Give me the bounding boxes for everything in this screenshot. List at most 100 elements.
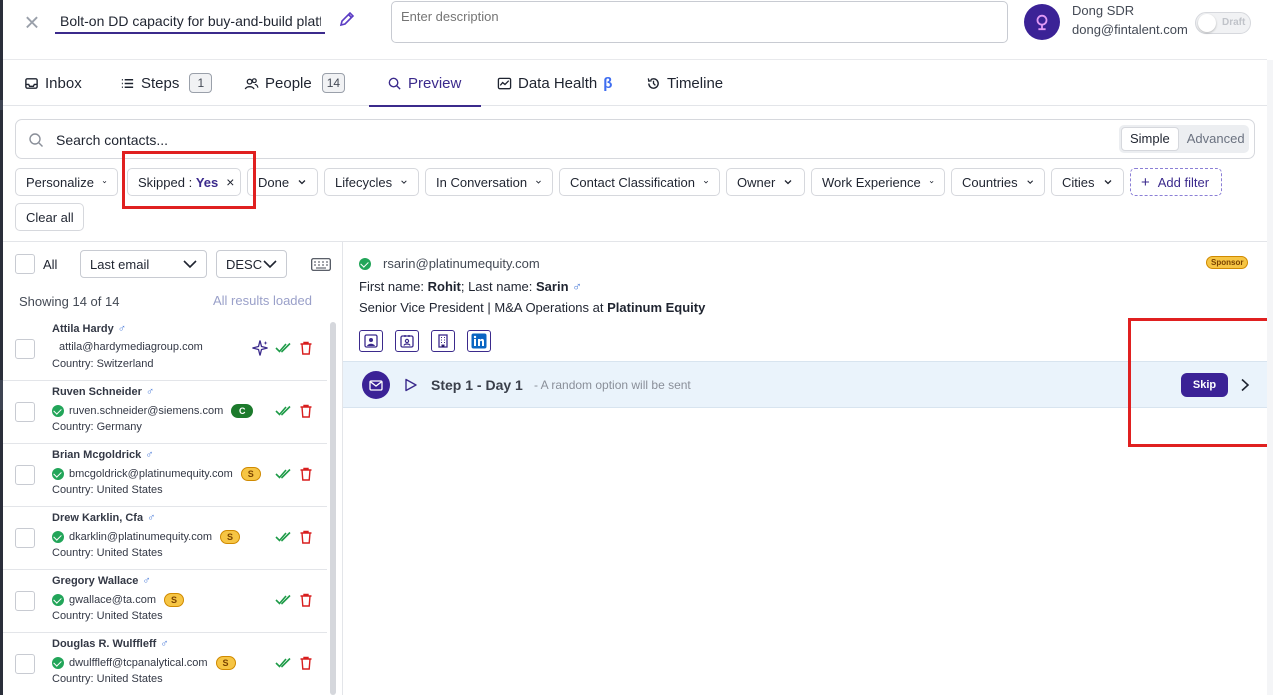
campaign-title-field[interactable]: [55, 6, 325, 34]
contact-row[interactable]: Drew Karklin, Cfa ♂ dkarklin@platinumequi…: [3, 507, 327, 570]
classification-badge: S: [163, 593, 184, 607]
campaign-title-input[interactable]: [55, 6, 325, 32]
sparkle-icon[interactable]: [251, 339, 269, 357]
contact-country: Country: United States: [52, 610, 163, 622]
filter-done-label: Done: [258, 174, 290, 190]
search-input[interactable]: [56, 129, 1056, 151]
contact-name: Attila Hardy ♂: [52, 323, 126, 335]
row-checkbox[interactable]: [15, 591, 35, 611]
company-building-icon[interactable]: [431, 330, 455, 352]
keyboard-icon[interactable]: [311, 258, 331, 271]
sort-order-select[interactable]: DESC: [216, 250, 287, 278]
close-icon[interactable]: ×: [20, 9, 44, 35]
detail-email: rsarin@platinumequity.com: [359, 256, 540, 271]
double-check-icon[interactable]: [275, 403, 291, 419]
sponsor-badge: Sponsor: [1206, 256, 1249, 269]
classification-badge: S: [240, 467, 261, 481]
inbox-icon: [25, 77, 38, 89]
chevron-down-icon: [298, 180, 306, 185]
chevron-down-icon: [102, 181, 107, 184]
filter-personalize[interactable]: Personalize: [15, 168, 118, 196]
play-icon[interactable]: [404, 378, 418, 392]
double-check-icon[interactable]: [275, 340, 291, 356]
add-filter-button[interactable]: + Add filter: [1130, 168, 1222, 196]
row-checkbox[interactable]: [15, 654, 35, 674]
filter-countries[interactable]: Countries: [951, 168, 1045, 196]
male-icon: ♂: [145, 449, 154, 461]
row-checkbox[interactable]: [15, 528, 35, 548]
pencil-icon[interactable]: [338, 10, 356, 28]
contact-row[interactable]: Attila Hardy ♂ attila@hardymediagroup.com…: [3, 318, 327, 381]
tab-steps-label: Steps: [141, 74, 180, 92]
page-scrollbar-track[interactable]: [1267, 60, 1273, 695]
contact-row[interactable]: Gregory Wallace ♂ gwallace@ta.com S Countr…: [3, 570, 327, 633]
beta-label: β: [603, 74, 613, 92]
profile-photo-icon[interactable]: [359, 330, 383, 352]
people-count-badge: 14: [321, 73, 346, 93]
filter-cities[interactable]: Cities: [1051, 168, 1124, 196]
chevron-down-icon: [703, 180, 709, 184]
draft-toggle[interactable]: Draft: [1195, 12, 1251, 34]
classification-badge: S: [220, 530, 241, 544]
contact-card-icon[interactable]: [395, 330, 419, 352]
contact-name: Douglas R. Wulffleff ♂: [52, 638, 169, 650]
trash-icon[interactable]: [298, 340, 314, 356]
tab-steps[interactable]: Steps 1: [120, 60, 213, 106]
contact-name: Drew Karklin, Cfa ♂: [52, 512, 156, 524]
filter-done[interactable]: Done: [247, 168, 318, 196]
contact-country: Country: Germany: [52, 421, 142, 433]
contact-name: Ruven Schneider ♂: [52, 386, 155, 398]
location-pin-icon: [1036, 14, 1048, 31]
clear-all-button[interactable]: Clear all: [15, 203, 84, 231]
trash-icon[interactable]: [298, 529, 314, 545]
select-all-checkbox[interactable]: [15, 254, 35, 274]
filter-work-experience[interactable]: Work Experience: [811, 168, 945, 196]
double-check-icon[interactable]: [275, 592, 291, 608]
trash-icon[interactable]: [298, 655, 314, 671]
tab-data-health[interactable]: Data Health β: [497, 60, 612, 106]
contact-row[interactable]: Brian Mcgoldrick ♂ bmcgoldrick@platinumeq…: [3, 444, 327, 507]
trash-icon[interactable]: [298, 466, 314, 482]
list-scrollbar[interactable]: [330, 322, 336, 695]
double-check-icon[interactable]: [275, 529, 291, 545]
chevron-down-icon: [784, 180, 792, 185]
tab-inbox[interactable]: Inbox: [24, 60, 82, 106]
filter-contact-classification[interactable]: Contact Classification: [559, 168, 720, 196]
row-checkbox[interactable]: [15, 465, 35, 485]
row-checkbox[interactable]: [15, 402, 35, 422]
male-icon: ♂: [142, 575, 151, 587]
filter-owner[interactable]: Owner: [726, 168, 805, 196]
sort-field-select[interactable]: Last email: [80, 250, 207, 278]
add-filter-label: Add filter: [1157, 174, 1210, 190]
contact-row[interactable]: Douglas R. Wulffleff ♂ dwulffleff@tcpanal…: [3, 633, 327, 695]
advanced-mode-button[interactable]: Advanced: [1179, 127, 1253, 151]
contact-row[interactable]: Ruven Schneider ♂ ruven.schneider@siemens…: [3, 381, 327, 444]
chevron-down-icon: [263, 260, 277, 269]
list-icon: [121, 78, 134, 88]
tab-people[interactable]: People 14: [244, 60, 346, 106]
chevron-down-icon: [929, 180, 934, 184]
row-checkbox[interactable]: [15, 339, 35, 359]
verified-icon: [52, 594, 64, 606]
chevron-down-icon: [1104, 180, 1111, 185]
contact-email: attila@hardymediagroup.com: [59, 341, 203, 353]
panel-divider: [342, 241, 343, 695]
plus-icon: +: [1141, 173, 1150, 191]
filter-lifecycles[interactable]: Lifecycles: [324, 168, 419, 196]
filter-in-conversation[interactable]: In Conversation: [425, 168, 553, 196]
avatar[interactable]: [1024, 4, 1060, 40]
tab-preview[interactable]: Preview: [368, 60, 482, 107]
double-check-icon[interactable]: [275, 466, 291, 482]
contact-email: ruven.schneider@siemens.com C: [52, 404, 254, 418]
detail-name: First name: Rohit; Last name: Sarin ♂: [359, 279, 582, 294]
trash-icon[interactable]: [298, 592, 314, 608]
linkedin-icon[interactable]: [467, 330, 491, 352]
tab-timeline[interactable]: Timeline: [646, 60, 723, 106]
filter-countries-label: Countries: [962, 174, 1018, 190]
trash-icon[interactable]: [298, 403, 314, 419]
description-field[interactable]: [391, 1, 1008, 43]
classification-badge: S: [215, 656, 236, 670]
contact-name: Brian Mcgoldrick ♂: [52, 449, 154, 461]
double-check-icon[interactable]: [275, 655, 291, 671]
simple-mode-button[interactable]: Simple: [1121, 127, 1179, 151]
